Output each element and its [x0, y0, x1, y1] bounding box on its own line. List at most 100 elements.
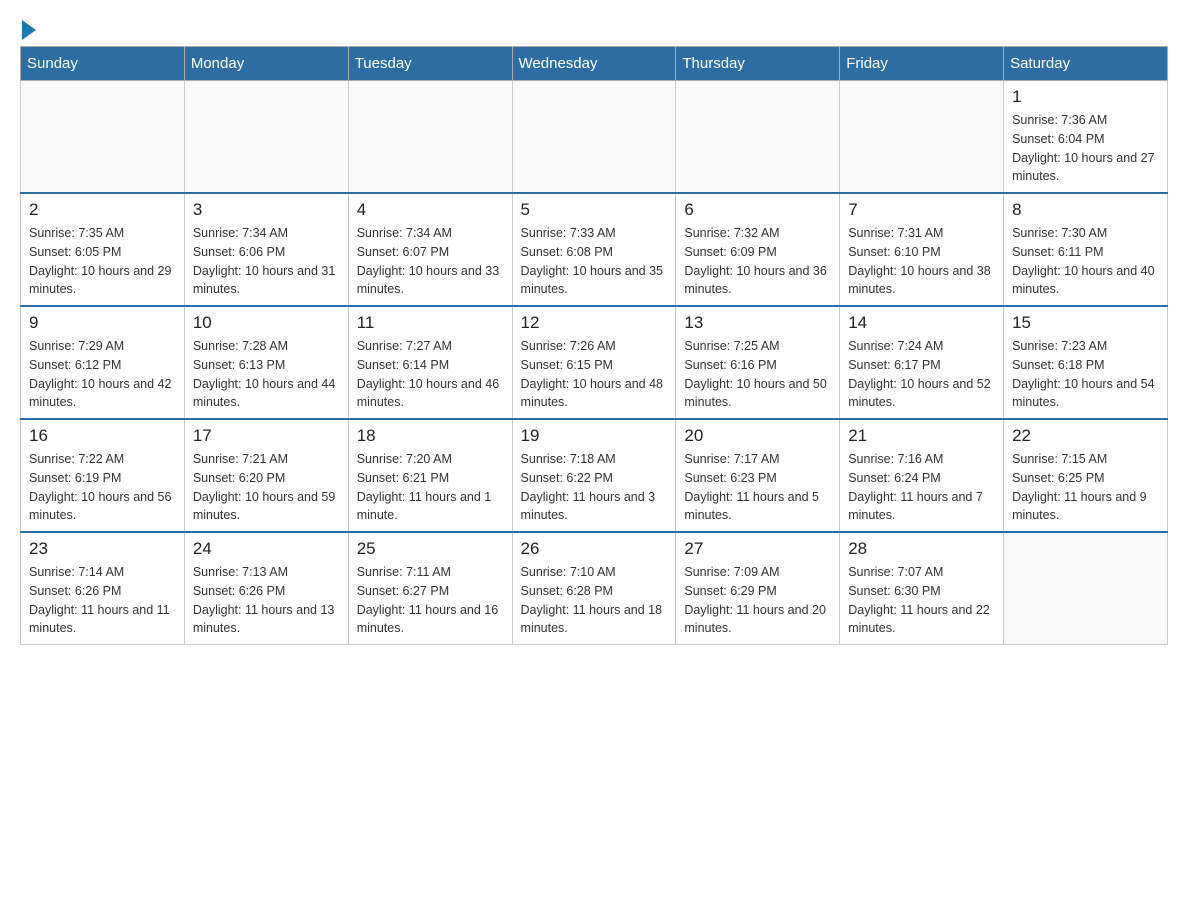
table-row: 13 Sunrise: 7:25 AMSunset: 6:16 PMDayligh… — [676, 306, 840, 419]
day-number: 16 — [29, 426, 176, 446]
daylight-text: Daylight: 10 hours and 36 minutes. — [684, 262, 831, 300]
day-info: Sunrise: 7:07 AMSunset: 6:30 PMDaylight:… — [848, 563, 995, 638]
day-info: Sunrise: 7:32 AMSunset: 6:09 PMDaylight:… — [684, 224, 831, 299]
daylight-text: Daylight: 11 hours and 20 minutes. — [684, 601, 831, 639]
day-number: 27 — [684, 539, 831, 559]
day-info: Sunrise: 7:29 AMSunset: 6:12 PMDaylight:… — [29, 337, 176, 412]
day-number: 20 — [684, 426, 831, 446]
table-row: 26Sunrise: 7:10 AMSunset: 6:28 PMDayligh… — [512, 532, 676, 645]
day-info: Sunrise: 7:11 AMSunset: 6:27 PMDaylight:… — [357, 563, 504, 638]
table-row: 12Sunrise: 7:26 AMSunset: 6:15 PMDayligh… — [512, 306, 676, 419]
daylight-text: Daylight: 10 hours and 29 minutes. — [29, 262, 176, 300]
sunset-text: Sunset: 6:09 PM — [684, 243, 831, 262]
sunset-text: Sunset: 6:29 PM — [684, 582, 831, 601]
daylight-text: Daylight: 10 hours and 35 minutes. — [521, 262, 668, 300]
day-number: 13 — [684, 313, 831, 333]
sunset-text: Sunset: 6:19 PM — [29, 469, 176, 488]
day-number: 5 — [521, 200, 668, 220]
sunset-text: Sunset: 6:17 PM — [848, 356, 995, 375]
sunset-text: Sunset: 6:26 PM — [29, 582, 176, 601]
table-row: 2 Sunrise: 7:35 AMSunset: 6:05 PMDaylight… — [21, 193, 185, 306]
table-row: 17 Sunrise: 7:21 AMSunset: 6:20 PMDayligh… — [184, 419, 348, 532]
daylight-text: Daylight: 11 hours and 7 minutes. — [848, 488, 995, 526]
sunset-text: Sunset: 6:20 PM — [193, 469, 340, 488]
day-number: 21 — [848, 426, 995, 446]
table-row: 3Sunrise: 7:34 AMSunset: 6:06 PMDaylight… — [184, 193, 348, 306]
day-number: 17 — [193, 426, 340, 446]
table-row: 28Sunrise: 7:07 AMSunset: 6:30 PMDayligh… — [840, 532, 1004, 645]
table-row: 5Sunrise: 7:33 AMSunset: 6:08 PMDaylight… — [512, 193, 676, 306]
day-info: Sunrise: 7:36 AMSunset: 6:04 PMDaylight:… — [1012, 111, 1159, 186]
table-row — [1004, 532, 1168, 645]
daylight-text: Daylight: 10 hours and 50 minutes. — [684, 375, 831, 413]
calendar-week-row: 23 Sunrise: 7:14 AMSunset: 6:26 PMDayligh… — [21, 532, 1168, 645]
day-info: Sunrise: 7:21 AMSunset: 6:20 PMDaylight:… — [193, 450, 340, 525]
calendar-week-row: 16Sunrise: 7:22 AMSunset: 6:19 PMDayligh… — [21, 419, 1168, 532]
day-info: Sunrise: 7:23 AMSunset: 6:18 PMDaylight:… — [1012, 337, 1159, 412]
daylight-text: Daylight: 11 hours and 18 minutes. — [521, 601, 668, 639]
sunset-text: Sunset: 6:10 PM — [848, 243, 995, 262]
sunrise-text: Sunrise: 7:26 AM — [521, 337, 668, 356]
sunrise-text: Sunrise: 7:27 AM — [357, 337, 504, 356]
sunset-text: Sunset: 6:14 PM — [357, 356, 504, 375]
table-row: 1 Sunrise: 7:36 AMSunset: 6:04 PMDaylight… — [1004, 81, 1168, 194]
sunset-text: Sunset: 6:05 PM — [29, 243, 176, 262]
table-row: 9Sunrise: 7:29 AMSunset: 6:12 PMDaylight… — [21, 306, 185, 419]
day-number: 1 — [1012, 87, 1159, 107]
table-row: 24Sunrise: 7:13 AMSunset: 6:26 PMDayligh… — [184, 532, 348, 645]
day-number: 23 — [29, 539, 176, 559]
day-info: Sunrise: 7:35 AMSunset: 6:05 PMDaylight:… — [29, 224, 176, 299]
sunrise-text: Sunrise: 7:33 AM — [521, 224, 668, 243]
sunrise-text: Sunrise: 7:17 AM — [684, 450, 831, 469]
sunrise-text: Sunrise: 7:25 AM — [684, 337, 831, 356]
day-number: 12 — [521, 313, 668, 333]
day-info: Sunrise: 7:24 AMSunset: 6:17 PMDaylight:… — [848, 337, 995, 412]
daylight-text: Daylight: 10 hours and 27 minutes. — [1012, 149, 1159, 187]
sunrise-text: Sunrise: 7:29 AM — [29, 337, 176, 356]
table-row: 27 Sunrise: 7:09 AMSunset: 6:29 PMDayligh… — [676, 532, 840, 645]
sunrise-text: Sunrise: 7:15 AM — [1012, 450, 1159, 469]
day-number: 14 — [848, 313, 995, 333]
sunset-text: Sunset: 6:26 PM — [193, 582, 340, 601]
weekday-header-row: SundayMondayTuesdayWednesdayThursdayFrid… — [21, 47, 1168, 81]
table-row: 25Sunrise: 7:11 AMSunset: 6:27 PMDayligh… — [348, 532, 512, 645]
weekday-header-tuesday: Tuesday — [348, 47, 512, 81]
weekday-header-wednesday: Wednesday — [512, 47, 676, 81]
weekday-header-friday: Friday — [840, 47, 1004, 81]
sunrise-text: Sunrise: 7:18 AM — [521, 450, 668, 469]
day-number: 10 — [193, 313, 340, 333]
daylight-text: Daylight: 10 hours and 54 minutes. — [1012, 375, 1159, 413]
sunset-text: Sunset: 6:27 PM — [357, 582, 504, 601]
day-number: 26 — [521, 539, 668, 559]
sunrise-text: Sunrise: 7:22 AM — [29, 450, 176, 469]
sunrise-text: Sunrise: 7:09 AM — [684, 563, 831, 582]
logo — [20, 20, 36, 36]
day-number: 4 — [357, 200, 504, 220]
daylight-text: Daylight: 11 hours and 13 minutes. — [193, 601, 340, 639]
day-info: Sunrise: 7:31 AMSunset: 6:10 PMDaylight:… — [848, 224, 995, 299]
sunset-text: Sunset: 6:21 PM — [357, 469, 504, 488]
day-info: Sunrise: 7:14 AMSunset: 6:26 PMDaylight:… — [29, 563, 176, 638]
day-number: 2 — [29, 200, 176, 220]
sunset-text: Sunset: 6:24 PM — [848, 469, 995, 488]
sunset-text: Sunset: 6:16 PM — [684, 356, 831, 375]
table-row: 7Sunrise: 7:31 AMSunset: 6:10 PMDaylight… — [840, 193, 1004, 306]
day-info: Sunrise: 7:16 AMSunset: 6:24 PMDaylight:… — [848, 450, 995, 525]
day-number: 11 — [357, 313, 504, 333]
sunrise-text: Sunrise: 7:34 AM — [193, 224, 340, 243]
table-row — [676, 81, 840, 194]
table-row: 19Sunrise: 7:18 AMSunset: 6:22 PMDayligh… — [512, 419, 676, 532]
table-row: 18Sunrise: 7:20 AMSunset: 6:21 PMDayligh… — [348, 419, 512, 532]
daylight-text: Daylight: 10 hours and 59 minutes. — [193, 488, 340, 526]
sunset-text: Sunset: 6:11 PM — [1012, 243, 1159, 262]
table-row — [348, 81, 512, 194]
sunset-text: Sunset: 6:25 PM — [1012, 469, 1159, 488]
sunset-text: Sunset: 6:06 PM — [193, 243, 340, 262]
daylight-text: Daylight: 11 hours and 11 minutes. — [29, 601, 176, 639]
table-row: 6Sunrise: 7:32 AMSunset: 6:09 PMDaylight… — [676, 193, 840, 306]
sunset-text: Sunset: 6:07 PM — [357, 243, 504, 262]
sunset-text: Sunset: 6:22 PM — [521, 469, 668, 488]
calendar-week-row: 1 Sunrise: 7:36 AMSunset: 6:04 PMDaylight… — [21, 81, 1168, 194]
daylight-text: Daylight: 10 hours and 56 minutes. — [29, 488, 176, 526]
daylight-text: Daylight: 11 hours and 9 minutes. — [1012, 488, 1159, 526]
